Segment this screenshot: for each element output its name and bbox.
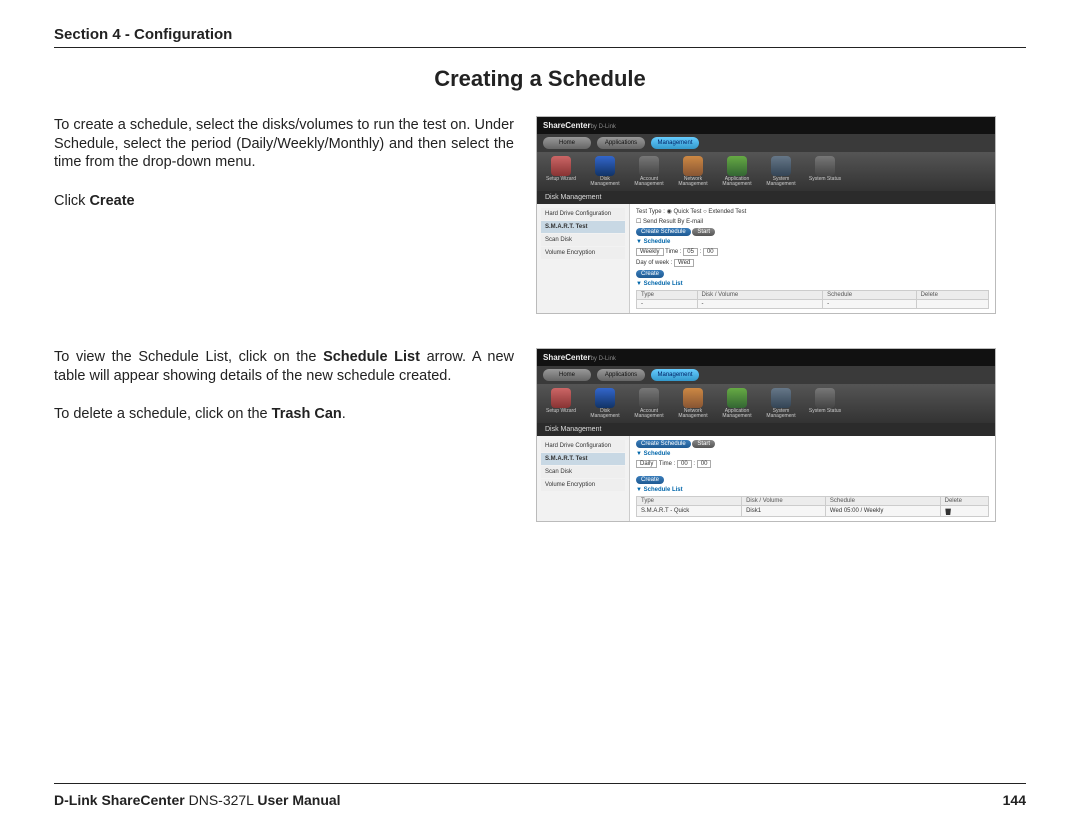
nav-management[interactable]: Management	[651, 137, 699, 149]
instruction-para-1: To create a schedule, select the disks/v…	[54, 116, 514, 172]
side-smart-test[interactable]: S.M.A.R.T. Test	[541, 221, 625, 233]
schedule-list-table: Type Disk / Volume Schedule Delete S.M.A…	[636, 496, 989, 517]
side-smart-test[interactable]: S.M.A.R.T. Test	[541, 453, 625, 465]
create-schedule-button[interactable]: Create Schedule	[636, 440, 691, 448]
radio-quick-test[interactable]: ◉ Quick Test	[667, 209, 702, 215]
schedule-list-toggle[interactable]: ▼ Schedule List	[636, 281, 683, 287]
page-number: 144	[1003, 792, 1026, 808]
icon-disk-management[interactable]: Disk Management	[587, 156, 623, 187]
screenshot-1: ShareCenterby D-Link Home Applications M…	[536, 116, 996, 314]
trash-can-icon[interactable]	[945, 507, 952, 515]
screenshot-column-2: ShareCenterby D-Link Home Applications M…	[536, 348, 1026, 522]
icon-account-management[interactable]: Account Management	[631, 156, 667, 187]
page-footer: D-Link ShareCenter DNS-327L User Manual …	[54, 783, 1026, 808]
time-hour-dropdown[interactable]: 05	[683, 248, 698, 256]
icon-network-management[interactable]: Network Management	[675, 388, 711, 419]
start-button[interactable]: Start	[692, 440, 715, 448]
screenshot-2: ShareCenterby D-Link Home Applications M…	[536, 348, 996, 522]
icon-system-status[interactable]: System Status	[807, 156, 843, 187]
brand-label: ShareCenterby D-Link	[543, 353, 616, 362]
label-test-type: Test Type :	[636, 209, 665, 215]
text-column-1: To create a schedule, select the disks/v…	[54, 116, 514, 314]
side-volume-encryption[interactable]: Volume Encryption	[541, 247, 625, 259]
side-hdd-config[interactable]: Hard Drive Configuration	[541, 208, 625, 220]
brand-label: ShareCenterby D-Link	[543, 121, 616, 130]
icon-disk-management[interactable]: Disk Management	[587, 388, 623, 419]
instruction-para-2: To view the Schedule List, click on the …	[54, 348, 514, 385]
panel-title-bar: Disk Management	[537, 423, 995, 436]
create-button[interactable]: Create	[636, 476, 664, 484]
side-scan-disk[interactable]: Scan Disk	[541, 234, 625, 246]
side-volume-encryption[interactable]: Volume Encryption	[541, 479, 625, 491]
time-min-dropdown[interactable]: 00	[697, 460, 712, 468]
schedule-section-toggle[interactable]: ▼ Schedule	[636, 451, 670, 457]
icon-system-status[interactable]: System Status	[807, 388, 843, 419]
section-header: Section 4 - Configuration	[54, 26, 1026, 48]
icon-system-management[interactable]: System Management	[763, 156, 799, 187]
start-button[interactable]: Start	[692, 228, 715, 236]
time-hour-dropdown[interactable]: 00	[677, 460, 692, 468]
period-dropdown[interactable]: Weekly	[636, 248, 664, 256]
icon-setup-wizard[interactable]: Setup Wizard	[543, 388, 579, 419]
content-row-2: To view the Schedule List, click on the …	[54, 348, 1026, 522]
page-title: Creating a Schedule	[54, 66, 1026, 92]
instruction-click-create: Click Create	[54, 192, 514, 211]
create-schedule-button[interactable]: Create Schedule	[636, 228, 691, 236]
nav-home[interactable]: Home	[543, 369, 591, 381]
table-row: S.M.A.R.T - Quick Disk1 Wed 05:00 / Week…	[637, 506, 989, 517]
side-hdd-config[interactable]: Hard Drive Configuration	[541, 440, 625, 452]
day-of-week-dropdown[interactable]: Wed	[674, 259, 694, 267]
nav-applications[interactable]: Applications	[597, 369, 645, 381]
icon-setup-wizard[interactable]: Setup Wizard	[543, 156, 579, 187]
nav-management[interactable]: Management	[651, 369, 699, 381]
schedule-list-toggle[interactable]: ▼ Schedule List	[636, 487, 683, 493]
screenshot-column-1: ShareCenterby D-Link Home Applications M…	[536, 116, 1026, 314]
nav-home[interactable]: Home	[543, 137, 591, 149]
side-scan-disk[interactable]: Scan Disk	[541, 466, 625, 478]
icon-application-management[interactable]: Application Management	[719, 156, 755, 187]
nav-applications[interactable]: Applications	[597, 137, 645, 149]
period-dropdown[interactable]: Daily	[636, 460, 657, 468]
radio-extended-test[interactable]: ○ Extended Test	[703, 209, 746, 215]
instruction-para-3: To delete a schedule, click on the Trash…	[54, 405, 514, 424]
panel-title-bar: Disk Management	[537, 191, 995, 204]
icon-system-management[interactable]: System Management	[763, 388, 799, 419]
schedule-list-table: Type Disk / Volume Schedule Delete ---	[636, 290, 989, 309]
schedule-section-toggle[interactable]: ▼ Schedule	[636, 239, 670, 245]
time-min-dropdown[interactable]: 00	[703, 248, 718, 256]
create-button[interactable]: Create	[636, 270, 664, 278]
content-row-1: To create a schedule, select the disks/v…	[54, 116, 1026, 314]
text-column-2: To view the Schedule List, click on the …	[54, 348, 514, 522]
icon-account-management[interactable]: Account Management	[631, 388, 667, 419]
icon-application-management[interactable]: Application Management	[719, 388, 755, 419]
checkbox-send-email[interactable]: ☐ Send Result By E-mail	[636, 219, 703, 225]
icon-network-management[interactable]: Network Management	[675, 156, 711, 187]
